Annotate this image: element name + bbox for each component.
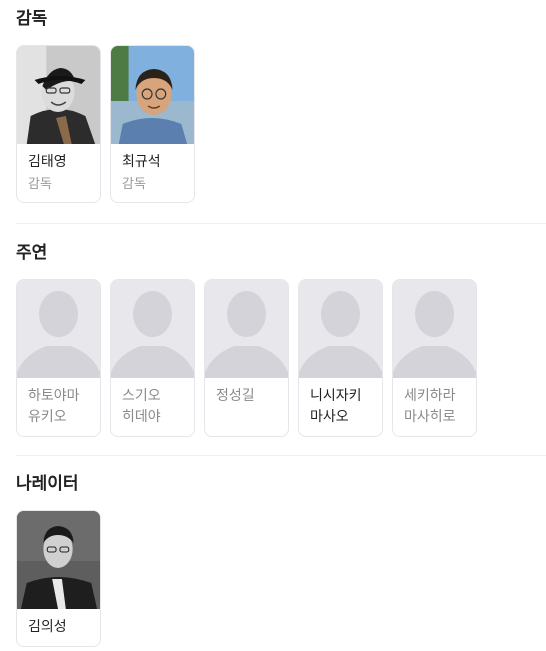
narrator-list: 김의성 bbox=[16, 510, 101, 647]
section-title-cast: 주연 bbox=[16, 243, 48, 263]
person-placeholder-icon bbox=[111, 280, 194, 378]
section-divider bbox=[16, 223, 546, 224]
person-photo bbox=[17, 511, 100, 609]
person-card[interactable]: 하토야마 유키오 bbox=[16, 279, 101, 437]
person-role: 감독 bbox=[28, 177, 52, 192]
person-placeholder-icon bbox=[299, 280, 382, 378]
directors-section: 감독 김태영 감독 최규석 감독 bbox=[16, 8, 546, 208]
section-title-directors: 감독 bbox=[16, 9, 48, 29]
person-name: 세키하라 마사히로 bbox=[404, 388, 456, 425]
section-title-narrator: 나레이터 bbox=[16, 474, 79, 494]
person-placeholder-icon bbox=[393, 280, 476, 378]
person-name: 김태영 bbox=[28, 154, 67, 170]
person-card[interactable]: 세키하라 마사히로 bbox=[392, 279, 477, 437]
person-photo bbox=[17, 46, 100, 144]
section-divider bbox=[16, 455, 546, 456]
cast-list: 하토야마 유키오 스기오 히데야 정성길 니시자키 마사오 세키하라 마사히로 bbox=[16, 279, 477, 437]
person-placeholder-icon bbox=[205, 280, 288, 378]
person-name: 하토야마 유키오 bbox=[28, 388, 80, 425]
person-name: 스기오 히데야 bbox=[122, 388, 161, 425]
narrator-section: 나레이터 김의성 bbox=[16, 473, 546, 651]
directors-list: 김태영 감독 최규석 감독 bbox=[16, 45, 195, 203]
person-name: 정성길 bbox=[216, 388, 255, 404]
person-card[interactable]: 니시자키 마사오 bbox=[298, 279, 383, 437]
person-role: 감독 bbox=[122, 177, 146, 192]
person-card[interactable]: 최규석 감독 bbox=[110, 45, 195, 203]
person-photo bbox=[111, 46, 194, 144]
person-placeholder-icon bbox=[17, 280, 100, 378]
person-name: 김의성 bbox=[28, 619, 67, 635]
person-name: 니시자키 마사오 bbox=[310, 388, 362, 425]
cast-section: 주연 하토야마 유키오 스기오 히데야 정성길 니시자키 마사오 세키하라 마사… bbox=[16, 242, 546, 442]
person-card[interactable]: 김의성 bbox=[16, 510, 101, 647]
person-card[interactable]: 스기오 히데야 bbox=[110, 279, 195, 437]
person-card[interactable]: 김태영 감독 bbox=[16, 45, 101, 203]
person-name: 최규석 bbox=[122, 154, 161, 170]
person-card[interactable]: 정성길 bbox=[204, 279, 289, 437]
